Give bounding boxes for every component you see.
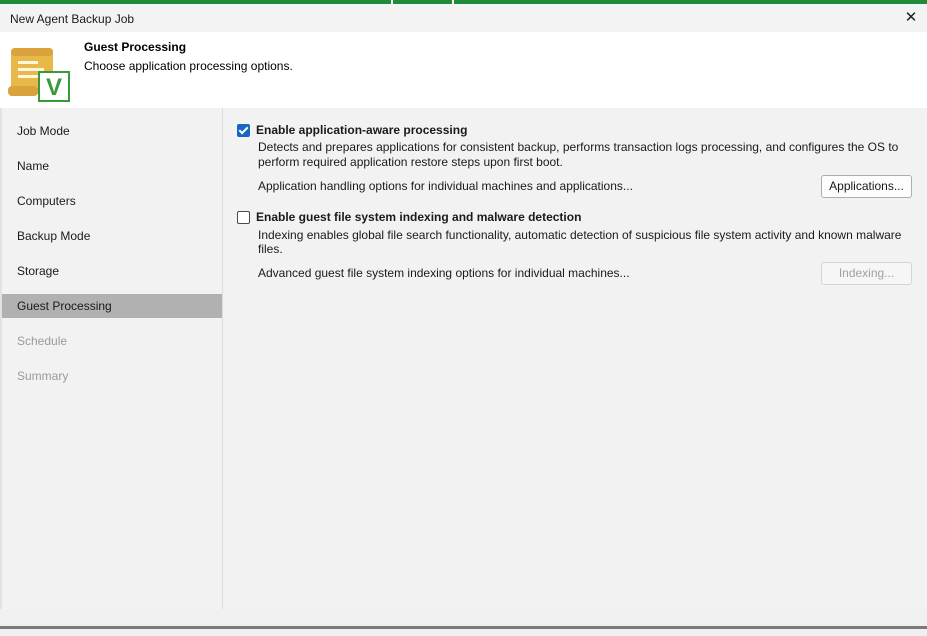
sidebar-item-backup-mode[interactable]: Backup Mode: [2, 224, 222, 248]
page-subtitle: Choose application processing options.: [84, 59, 293, 73]
sidebar-item-job-mode[interactable]: Job Mode: [2, 119, 222, 143]
app-aware-options-text: Application handling options for individ…: [258, 179, 633, 193]
indexing-description-2: files.: [258, 242, 283, 256]
window-title: New Agent Backup Job: [10, 12, 135, 26]
sidebar-item-computers[interactable]: Computers: [2, 189, 222, 213]
logo-letter: V: [46, 74, 62, 101]
app-aware-checkbox[interactable]: [237, 124, 250, 137]
indexing-button: Indexing...: [821, 262, 912, 285]
wizard-steps-sidebar: Job Mode Name Computers Backup Mode Stor…: [2, 108, 223, 609]
app-aware-description-2: perform required application restore ste…: [258, 155, 563, 169]
bottom-strip: [0, 609, 927, 636]
applications-button[interactable]: Applications...: [821, 175, 912, 198]
main-panel: Enable application-aware processing Dete…: [223, 108, 927, 609]
wizard-header: V Guest Processing Choose application pr…: [0, 32, 927, 108]
sidebar-item-name[interactable]: Name: [2, 154, 222, 178]
indexing-description-1: Indexing enables global file search func…: [258, 228, 902, 242]
page-title: Guest Processing: [84, 40, 187, 54]
sidebar-item-summary: Summary: [17, 369, 69, 383]
sidebar-item-guest-processing[interactable]: Guest Processing: [2, 294, 222, 318]
scroll-check-icon: V: [8, 48, 70, 102]
indexing-checkbox[interactable]: [237, 211, 250, 224]
sidebar-item-storage[interactable]: Storage: [2, 259, 222, 283]
close-icon[interactable]: ✕: [899, 7, 923, 29]
app-aware-description-1: Detects and prepares applications for co…: [258, 140, 899, 154]
indexing-options-text: Advanced guest file system indexing opti…: [258, 266, 630, 280]
indexing-label[interactable]: Enable guest file system indexing and ma…: [256, 210, 581, 225]
title-bar: New Agent Backup Job ✕: [0, 4, 927, 32]
app-aware-label[interactable]: Enable application-aware processing: [256, 123, 467, 138]
sidebar-item-schedule: Schedule: [17, 334, 68, 348]
